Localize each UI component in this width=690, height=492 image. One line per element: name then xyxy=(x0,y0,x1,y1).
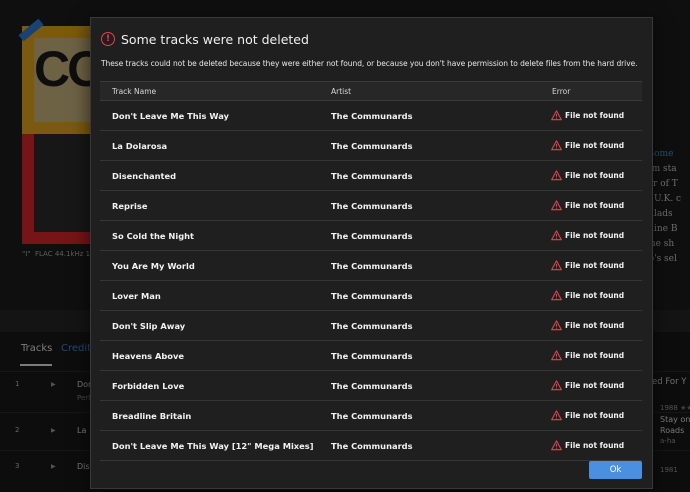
table-row: Disenchanted The Communards File not fou… xyxy=(100,161,642,191)
artist-cell: The Communards xyxy=(331,321,413,331)
table-row: Don't Slip Away The Communards File not … xyxy=(100,311,642,341)
artist-cell: The Communards xyxy=(331,201,413,211)
track-name-cell: Lover Man xyxy=(112,291,161,301)
warning-icon xyxy=(551,200,562,211)
error-text: File not found xyxy=(565,111,625,120)
track-name-cell: Forbidden Love xyxy=(112,381,185,391)
error-cell: File not found xyxy=(551,290,624,301)
error-cell: File not found xyxy=(551,320,624,331)
table-row: La Dolarosa The Communards File not foun… xyxy=(100,131,642,161)
error-cell: File not found xyxy=(551,350,624,361)
table-row: Heavens Above The Communards File not fo… xyxy=(100,341,642,371)
column-header-track-name: Track Name xyxy=(112,87,157,96)
delete-error-dialog: ! Some tracks were not deleted These tra… xyxy=(90,17,653,489)
table-row: So Cold the Night The Communards File no… xyxy=(100,221,642,251)
warning-icon xyxy=(551,440,562,451)
track-name-cell: You Are My World xyxy=(112,261,195,271)
column-header-error: Error xyxy=(552,87,571,96)
error-cell: File not found xyxy=(551,230,624,241)
table-row: Don't Leave Me This Way The Communards F… xyxy=(100,101,642,131)
error-text: File not found xyxy=(565,201,625,210)
artist-cell: The Communards xyxy=(331,381,413,391)
table-row: You Are My World The Communards File not… xyxy=(100,251,642,281)
artist-cell: The Communards xyxy=(331,261,413,271)
error-cell: File not found xyxy=(551,410,624,421)
dialog-header: ! Some tracks were not deleted xyxy=(101,30,309,48)
error-text: File not found xyxy=(565,171,625,180)
table-row: Breadline Britain The Communards File no… xyxy=(100,401,642,431)
artist-cell: The Communards xyxy=(331,291,413,301)
error-icon: ! xyxy=(101,32,115,46)
artist-cell: The Communards xyxy=(331,231,413,241)
table-body: Don't Leave Me This Way The Communards F… xyxy=(100,101,642,461)
table-row: Don't Leave Me This Way [12" Mega Mixes]… xyxy=(100,431,642,461)
error-cell: File not found xyxy=(551,440,624,451)
error-cell: File not found xyxy=(551,200,624,211)
track-name-cell: La Dolarosa xyxy=(112,141,168,151)
artist-cell: The Communards xyxy=(331,441,413,451)
error-text: File not found xyxy=(565,381,625,390)
warning-icon xyxy=(551,410,562,421)
error-text: File not found xyxy=(565,411,625,420)
warning-icon xyxy=(551,290,562,301)
artist-cell: The Communards xyxy=(331,411,413,421)
error-text: File not found xyxy=(565,141,625,150)
warning-icon xyxy=(551,350,562,361)
error-cell: File not found xyxy=(551,140,624,151)
app-window: COM "I" FLAC 44.1kHz 16b y Some num sta … xyxy=(0,0,690,492)
error-cell: File not found xyxy=(551,170,624,181)
column-header-artist: Artist xyxy=(331,87,352,96)
error-cell: File not found xyxy=(551,260,624,271)
warning-icon xyxy=(551,260,562,271)
track-name-cell: Don't Leave Me This Way [12" Mega Mixes] xyxy=(112,441,314,451)
track-name-cell: Reprise xyxy=(112,201,148,211)
dialog-message: These tracks could not be deleted becaus… xyxy=(101,59,638,68)
table-row: Forbidden Love The Communards File not f… xyxy=(100,371,642,401)
error-text: File not found xyxy=(565,321,625,330)
error-cell: File not found xyxy=(551,380,624,391)
warning-icon xyxy=(551,170,562,181)
warning-icon xyxy=(551,320,562,331)
error-text: File not found xyxy=(565,231,625,240)
track-name-cell: Disenchanted xyxy=(112,171,177,181)
artist-cell: The Communards xyxy=(331,111,413,121)
dialog-title: Some tracks were not deleted xyxy=(121,31,309,47)
warning-icon xyxy=(551,230,562,241)
artist-cell: The Communards xyxy=(331,141,413,151)
track-name-cell: Don't Slip Away xyxy=(112,321,186,331)
artist-cell: The Communards xyxy=(331,171,413,181)
table-row: Lover Man The Communards File not found xyxy=(100,281,642,311)
table-header: Track Name Artist Error xyxy=(100,81,642,101)
error-text: File not found xyxy=(565,291,625,300)
error-text: File not found xyxy=(565,351,625,360)
artist-cell: The Communards xyxy=(331,351,413,361)
error-cell: File not found xyxy=(551,110,624,121)
ok-button[interactable]: Ok xyxy=(589,461,642,479)
warning-icon xyxy=(551,140,562,151)
error-text: File not found xyxy=(565,441,625,450)
track-name-cell: Heavens Above xyxy=(112,351,185,361)
warning-icon xyxy=(551,110,562,121)
error-text: File not found xyxy=(565,261,625,270)
track-name-cell: Don't Leave Me This Way xyxy=(112,111,229,121)
track-name-cell: So Cold the Night xyxy=(112,231,195,241)
failed-tracks-table: Track Name Artist Error Don't Leave Me T… xyxy=(100,81,642,461)
table-row: Reprise The Communards File not found xyxy=(100,191,642,221)
warning-icon xyxy=(551,380,562,391)
track-name-cell: Breadline Britain xyxy=(112,411,192,421)
